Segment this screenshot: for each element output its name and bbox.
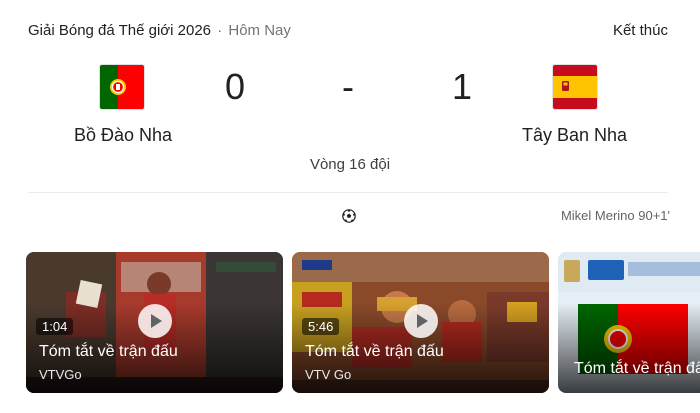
spain-flag-icon[interactable] [553,65,597,109]
video-source: VTV Go [305,367,352,382]
video-card[interactable]: 1:04 Tóm tắt về trận đấu VTVGo [26,252,283,393]
video-title[interactable]: Tóm tắt về trận đấu [39,343,178,361]
portugal-flag-icon[interactable] [100,65,144,109]
play-icon[interactable] [138,304,172,338]
play-icon[interactable] [404,304,438,338]
home-score: 0 [225,66,246,107]
score-separator: - [342,66,354,107]
video-source: VTVGo [39,367,82,382]
video-title[interactable]: Tóm tắt về trận đấu [305,343,444,361]
divider [28,192,668,193]
competition-name[interactable]: Giải Bóng đá Thế giới 2026 [28,22,211,39]
goal-scorer: Mikel Merino 90+1' [560,208,670,223]
match-day: Hôm Nay [228,22,291,39]
home-team-name[interactable]: Bồ Đào Nha [74,125,172,146]
match-status: Kết thúc [612,22,668,39]
video-card[interactable]: 5:46 Tóm tắt về trận đấu VTV Go [292,252,549,393]
video-duration: 1:04 [36,318,74,335]
away-team-name[interactable]: Tây Ban Nha [522,125,627,146]
thumbnail-shade [558,303,700,393]
video-card[interactable]: Tóm tắt về trận đấu [558,252,700,393]
match-round: Vòng 16 đội [0,156,700,173]
round-label: Vòng 16 đội [309,156,391,173]
header-separator: · [217,22,223,39]
away-score: 1 [452,66,473,107]
video-title[interactable]: Tóm tắt về trận đấu [574,360,700,378]
soccer-ball-icon [342,209,356,223]
video-duration: 5:46 [302,318,340,335]
match-header: Giải Bóng đá Thế giới 2026 · Hôm Nay Kết… [28,22,668,42]
